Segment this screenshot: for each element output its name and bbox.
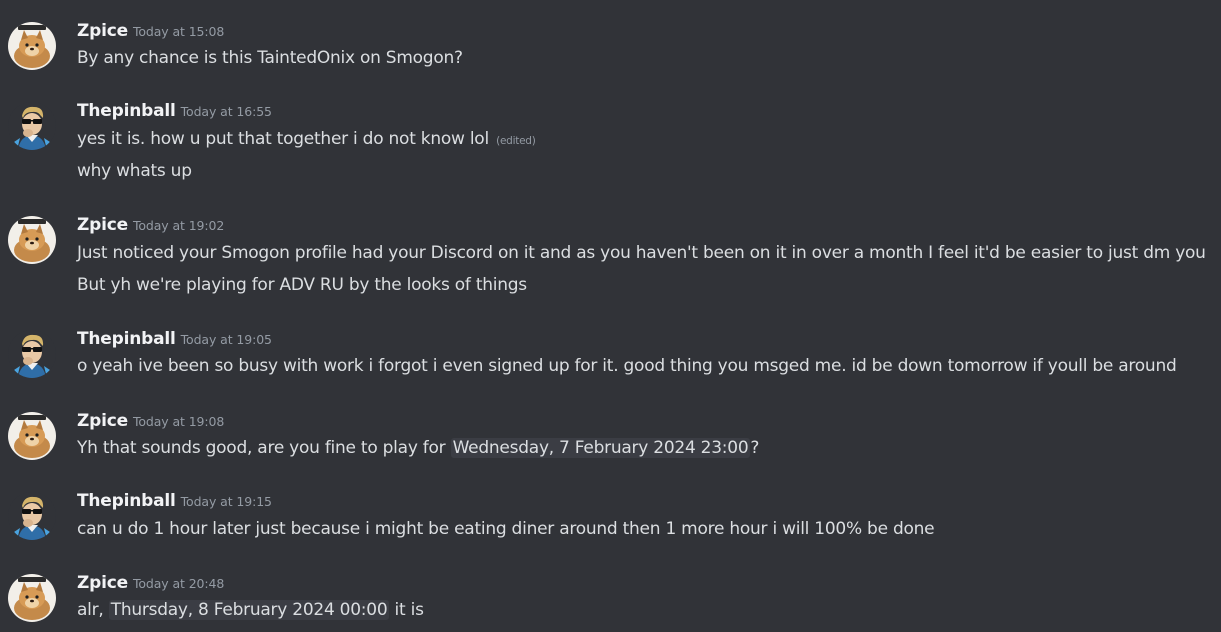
message-list: Zpice Today at 15:08 By any chance is thi…	[0, 0, 1221, 632]
message-text: yes it is. how u put that together i do …	[77, 127, 536, 151]
message-header: Zpice Today at 20:48	[77, 573, 224, 595]
message-text: why whats up	[77, 161, 192, 181]
glasses-avatar[interactable]	[8, 492, 56, 540]
message-text: Just noticed your Smogon profile had you…	[77, 243, 1206, 263]
message-timestamp[interactable]: Today at 19:02	[133, 218, 224, 233]
shiba-avatar[interactable]	[8, 22, 56, 70]
message-header: Zpice Today at 15:08	[77, 21, 224, 43]
message-text: can u do 1 hour later just because i mig…	[77, 519, 935, 539]
username[interactable]: Zpice	[77, 215, 128, 235]
message-timestamp[interactable]: Today at 19:05	[181, 332, 272, 347]
message-text: Yh that sounds good, are you fine to pla…	[77, 436, 759, 460]
glasses-avatar[interactable]	[8, 102, 56, 150]
message-header: Zpice Today at 19:08	[77, 411, 224, 433]
message-timestamp[interactable]: Today at 16:55	[181, 104, 272, 119]
message-text: By any chance is this TaintedOnix on Smo…	[77, 48, 463, 68]
message-timestamp[interactable]: Today at 19:15	[181, 494, 272, 509]
username[interactable]: Thepinball	[77, 329, 176, 349]
message-header: Thepinball Today at 19:05	[77, 329, 272, 351]
message-text-content: yes it is. how u put that together i do …	[77, 129, 489, 149]
shiba-avatar[interactable]	[8, 412, 56, 460]
message-header: Zpice Today at 19:02	[77, 215, 224, 237]
username[interactable]: Zpice	[77, 411, 128, 431]
message-text: o yeah ive been so busy with work i forg…	[77, 356, 1177, 376]
message-timestamp[interactable]: Today at 20:48	[133, 576, 224, 591]
message-text-content: ?	[750, 438, 760, 458]
shiba-avatar[interactable]	[8, 216, 56, 264]
message-text-content: Yh that sounds good, are you fine to pla…	[77, 438, 451, 458]
message-timestamp[interactable]: Today at 19:08	[133, 414, 224, 429]
message-header: Thepinball Today at 19:15	[77, 491, 272, 513]
message-text-content: alr,	[77, 600, 109, 620]
username[interactable]: Zpice	[77, 573, 128, 593]
timestamp-mention[interactable]: Thursday, 8 February 2024 00:00	[108, 600, 390, 620]
glasses-avatar[interactable]	[8, 330, 56, 378]
timestamp-mention[interactable]: Wednesday, 7 February 2024 23:00	[450, 438, 751, 458]
message-text: But yh we're playing for ADV RU by the l…	[77, 275, 527, 295]
username[interactable]: Thepinball	[77, 491, 176, 511]
username[interactable]: Zpice	[77, 21, 128, 41]
message-text: alr, Thursday, 8 February 2024 00:00 it …	[77, 598, 424, 622]
shiba-avatar[interactable]	[8, 574, 56, 622]
username[interactable]: Thepinball	[77, 101, 176, 121]
message-timestamp[interactable]: Today at 15:08	[133, 24, 224, 39]
message-header: Thepinball Today at 16:55	[77, 101, 272, 123]
edited-label: (edited)	[496, 135, 536, 147]
message-text-content: it is	[389, 600, 424, 620]
